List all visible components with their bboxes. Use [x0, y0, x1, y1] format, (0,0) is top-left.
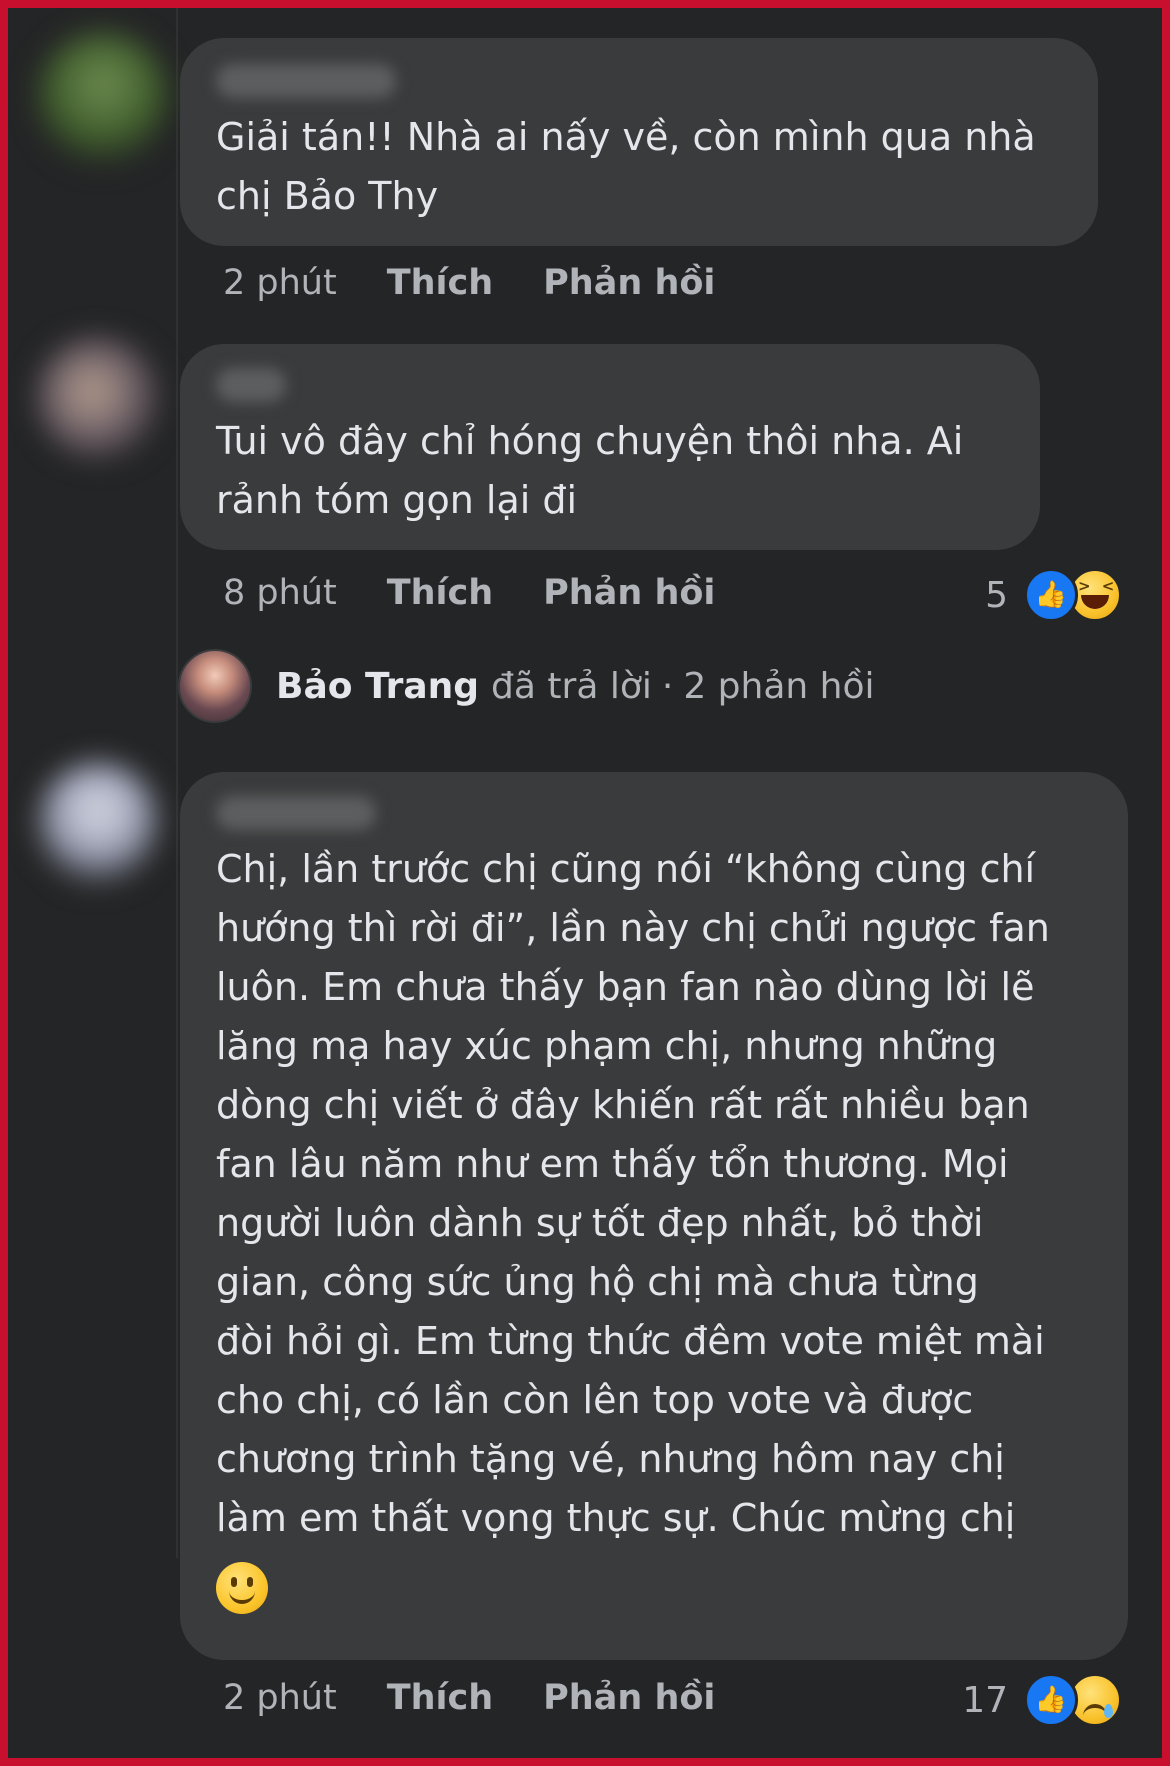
comment-bubble: Giải tán!! Nhà ai nấy về, còn mình qua n… [180, 38, 1098, 246]
comment-text-line: hướng thì rời đi”, lần này chị chửi ngượ… [216, 906, 1050, 950]
comments-panel: Giải tán!! Nhà ai nấy về, còn mình qua n… [8, 8, 1162, 1758]
emoji-line [216, 1562, 1098, 1622]
reply-action-text: đã trả lời [491, 665, 652, 707]
comment-actions: 2 phút Thích Phản hồi [223, 1673, 765, 1723]
comment-actions: 2 phút Thích Phản hồi [223, 258, 765, 308]
like-icon: 👍 [1024, 1673, 1078, 1727]
comment-actions: 8 phút Thích Phản hồi [223, 568, 765, 618]
comment-bubble: Tui vô đây chỉ hóng chuyện thôi nha. Ai … [180, 344, 1040, 550]
avatar[interactable] [38, 33, 168, 163]
comment-text-line: Chị, lần trước chị cũng nói “không cùng … [216, 847, 1036, 891]
comment-text-line: cho chị, có lần còn lên top vote và được [216, 1378, 974, 1422]
author-name-blurred[interactable] [216, 368, 286, 402]
comment-text-line: đòi hỏi gì. Em từng thức đêm vote miệt m… [216, 1319, 1045, 1363]
separator: · [661, 665, 674, 707]
reaction-count: 17 [962, 1679, 1008, 1721]
like-button[interactable]: Thích [387, 263, 493, 303]
avatar [178, 649, 252, 723]
slightly-smiling-face-icon [216, 1562, 268, 1614]
comment-text-line: người luôn dành sự tốt đẹp nhất, bỏ thời [216, 1201, 984, 1245]
comment-text-line: lăng mạ hay xúc phạm chị, nhưng những [216, 1024, 998, 1068]
comment-text-line: fan lâu năm như em thấy tổn thương. Mọi [216, 1142, 1009, 1186]
avatar[interactable] [38, 338, 158, 458]
comment-text-line: dòng chị viết ở đây khiến rất rất nhiều … [216, 1083, 1030, 1127]
reply-button[interactable]: Phản hồi [543, 263, 715, 303]
reply-button[interactable]: Phản hồi [543, 573, 715, 613]
comment-time[interactable]: 2 phút [223, 1678, 337, 1718]
reaction-summary[interactable]: 17 👍 [962, 1673, 1122, 1727]
avatar[interactable] [38, 763, 158, 883]
reply-author-name: Bảo Trang [276, 665, 480, 707]
comment-text-line: chị Bảo Thy [216, 174, 439, 218]
view-replies-link[interactable]: Bảo Trang đã trả lời · 2 phản hồi [178, 648, 875, 724]
comment-time[interactable]: 8 phút [223, 573, 337, 613]
comment-text-line: Tui vô đây chỉ hóng chuyện thôi nha. Ai [216, 419, 964, 463]
reaction-count: 5 [985, 574, 1008, 616]
comment-bubble: Chị, lần trước chị cũng nói “không cùng … [180, 772, 1128, 1660]
reaction-summary[interactable]: 5 👍 [985, 568, 1122, 622]
like-icon: 👍 [1024, 568, 1078, 622]
comment-text-line: rảnh tóm gọn lại đi [216, 478, 578, 522]
like-button[interactable]: Thích [387, 573, 493, 613]
comment-text-line: gian, công sức ủng hộ chị mà chưa từng [216, 1260, 979, 1304]
author-name-blurred[interactable] [216, 796, 376, 830]
comment-text-line: Giải tán!! Nhà ai nấy về, còn mình qua n… [216, 115, 1036, 159]
thread-line [176, 8, 178, 1558]
like-button[interactable]: Thích [387, 1678, 493, 1718]
comment-time[interactable]: 2 phút [223, 263, 337, 303]
author-name-blurred[interactable] [216, 64, 396, 98]
reply-button[interactable]: Phản hồi [543, 1678, 715, 1718]
comment-text-line: làm em thất vọng thực sự. Chúc mừng chị [216, 1496, 1016, 1540]
comment-text-line: chương trình tặng vé, nhưng hôm nay chị [216, 1437, 1005, 1481]
reply-count: 2 phản hồi [683, 665, 875, 707]
comment-text-line: luôn. Em chưa thấy bạn fan nào dùng lời … [216, 965, 1035, 1009]
